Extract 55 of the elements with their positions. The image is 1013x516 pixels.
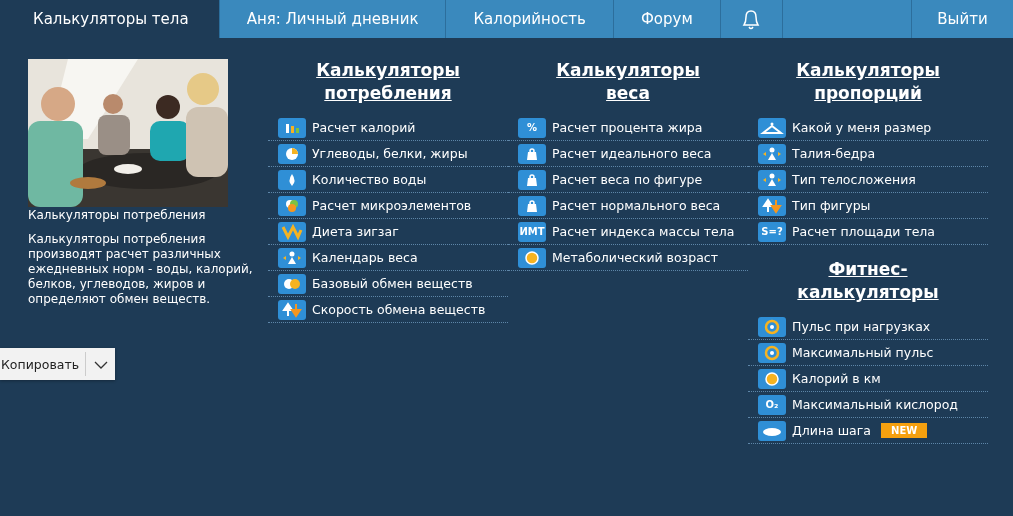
coin-icon <box>758 368 786 389</box>
calculator-link[interactable]: Скорость обмена веществ <box>268 297 508 323</box>
calculator-link[interactable]: Диета зигзаг <box>268 219 508 245</box>
calculator-link[interactable]: Талия-бедра <box>748 141 988 167</box>
weight-icon <box>518 143 546 164</box>
calculator-link[interactable]: Расчет микроэлементов <box>268 193 508 219</box>
calculator-link[interactable]: Длина шага NEW <box>748 418 988 444</box>
feature-caption: Калькуляторы потребления <box>28 208 207 222</box>
new-badge: NEW <box>881 423 928 438</box>
calculator-link[interactable]: ИМТ Расчет индекса массы тела <box>508 219 748 245</box>
weight-icon <box>518 169 546 190</box>
calculator-link[interactable]: Расчет идеального веса <box>508 141 748 167</box>
calculator-link[interactable]: O₂ Максимальный кислород <box>748 392 988 418</box>
hanger-icon <box>758 117 786 138</box>
calculator-link[interactable]: Тип телосложения <box>748 167 988 193</box>
calculator-link[interactable]: Расчет веса по фигуре <box>508 167 748 193</box>
figure-icon <box>758 143 786 164</box>
figure-icon <box>758 169 786 190</box>
target-icon <box>758 316 786 337</box>
calculator-link[interactable]: Базовый обмен веществ <box>268 271 508 297</box>
calculator-link[interactable]: Максимальный пульс <box>748 340 988 366</box>
calculator-icon: % <box>518 117 546 138</box>
calculator-link[interactable]: Тип фигуры <box>748 193 988 219</box>
calculator-link[interactable]: Количество воды <box>268 167 508 193</box>
calculator-link[interactable]: Календарь веса <box>268 245 508 271</box>
calculator-link[interactable]: Пульс при нагрузках <box>748 314 988 340</box>
target-icon <box>758 342 786 363</box>
calculator-link[interactable]: Калорий в км <box>748 366 988 392</box>
figure-icon <box>278 247 306 268</box>
calculator-link[interactable]: Метаболический возраст <box>508 245 748 271</box>
arrows-icon <box>278 299 306 320</box>
calculator-link[interactable]: Расчет нормального веса <box>508 193 748 219</box>
chevron-down-icon <box>93 360 108 369</box>
calculator-icon: ИМТ <box>518 221 546 242</box>
pie-icon <box>278 143 306 164</box>
calculator-link[interactable]: Углеводы, белки, жиры <box>268 141 508 167</box>
copy-button[interactable]: Копировать <box>0 348 86 380</box>
category-link[interactable]: Калькуляторы веса <box>543 59 713 105</box>
calculator-link[interactable]: Какой у меня размер <box>748 115 988 141</box>
arrows-icon <box>758 195 786 216</box>
weight-icon <box>518 195 546 216</box>
category-link[interactable]: Калькуляторы потребления <box>303 59 473 105</box>
nav-tab[interactable]: Калькуляторы тела <box>0 0 220 38</box>
feature-description: Калькуляторы потребления производят расчет различных ежедневных норм - воды, калорий, белков, углеводов, жиров и определяют обмен веществ. <box>28 232 254 307</box>
calculator-link[interactable]: S=? Расчет площади тела <box>748 219 988 245</box>
category-link[interactable]: Калькуляторы пропорций <box>783 59 953 105</box>
calculator-icon: S=? <box>758 221 786 242</box>
coin-icon <box>518 247 546 268</box>
category-link[interactable]: Фитнес-калькуляторы <box>783 258 953 304</box>
calculator-link[interactable]: % Расчет процента жира <box>508 115 748 141</box>
dots-icon <box>278 195 306 216</box>
calculator-icon: O₂ <box>758 394 786 415</box>
bars-icon <box>278 117 306 138</box>
calculator-link[interactable]: Расчет калорий <box>268 115 508 141</box>
zigzag-icon <box>278 221 306 242</box>
